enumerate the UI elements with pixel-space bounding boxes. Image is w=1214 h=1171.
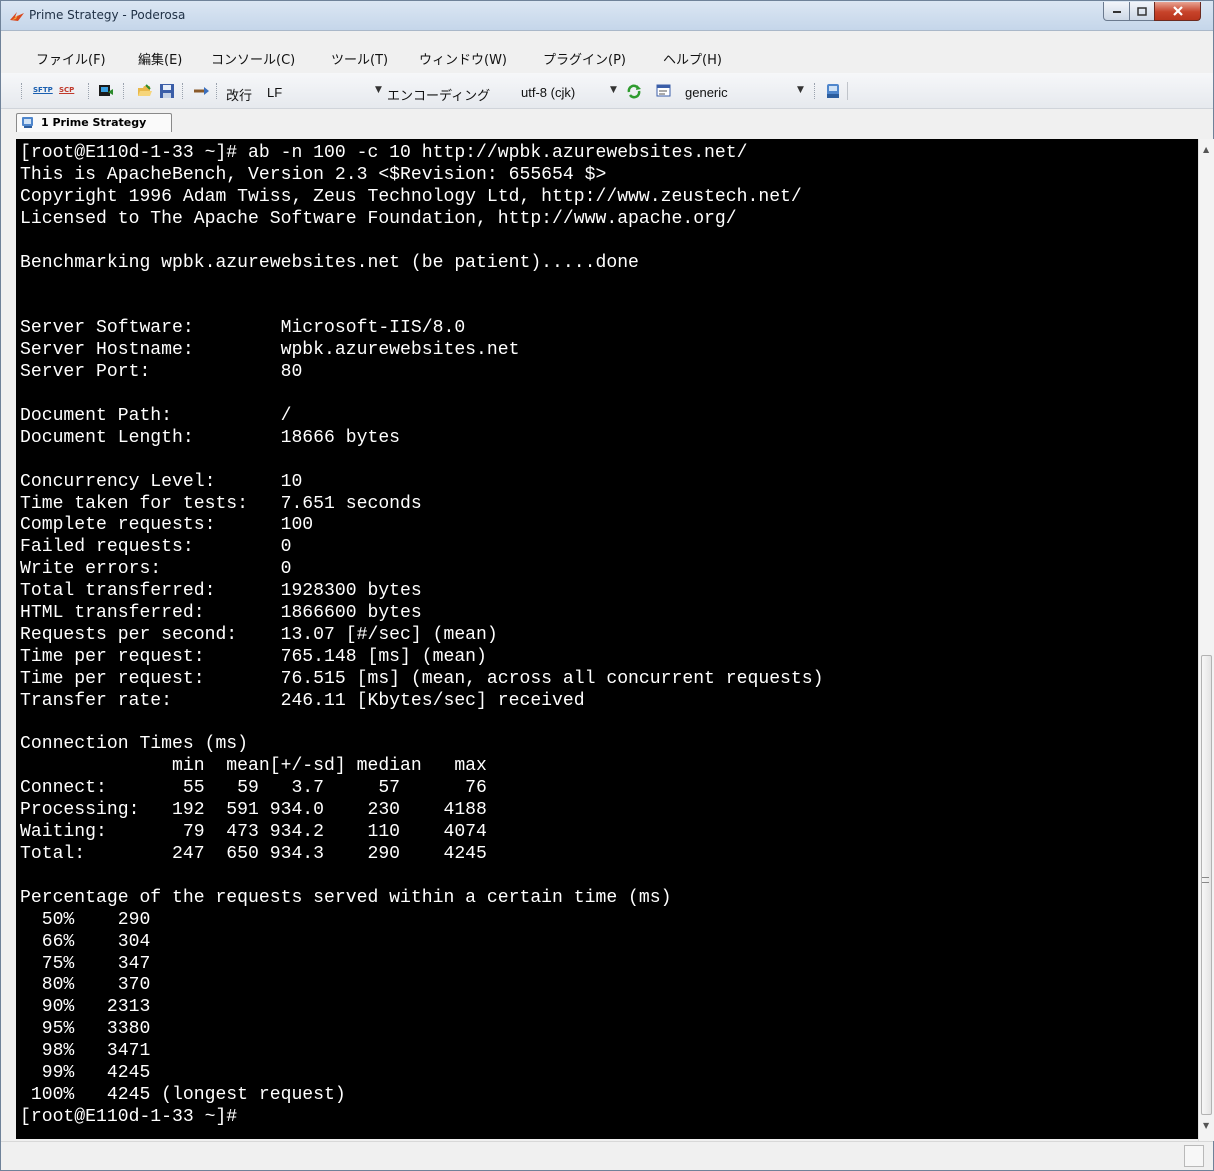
maximize-button[interactable] [1129,2,1155,21]
encoding-label: エンコーディング [387,89,491,104]
terminal-line: 66% 304 [20,931,151,952]
terminal-line: 100% 4245 (longest request) [20,1084,346,1105]
terminal-line: Requests per second: 13.07 [#/sec] (mean… [20,624,498,645]
toolbar-grip[interactable] [123,83,126,99]
terminal-line: [root@E110d-1-33 ~]# ab -n 100 -c 10 htt… [20,143,748,163]
terminal-line: Time taken for tests: 7.651 seconds [20,493,422,514]
vertical-scrollbar[interactable]: ▲ ▼ [1198,139,1214,1141]
terminal-line: Server Hostname: wpbk.azurewebsites.net [20,340,520,361]
menu-help[interactable]: ヘルプ(H) [663,49,722,68]
terminal-line: Server Software: Microsoft-IIS/8.0 [20,318,466,339]
terminal-line: Connect: 55 59 3.7 57 76 [20,778,487,799]
status-bar [1,1141,1213,1170]
toolbar-separator [847,82,848,100]
tab-label: 1 Prime Strategy [41,116,147,129]
terminal-line: 50% 290 [20,909,151,930]
toolbar-grip[interactable] [814,83,817,99]
terminal-line: Transfer rate: 246.11 [Kbytes/sec] recei… [20,690,585,711]
terminal-line: Write errors: 0 [20,559,292,580]
refresh-encoding-icon[interactable] [626,83,642,99]
terminal-line: 98% 3471 [20,1041,151,1062]
terminal-tab-icon [22,117,33,128]
terminal-line: min mean[+/-sd] median max [20,756,487,777]
tab-strip: 1 Prime Strategy [1,109,1213,133]
encoding-dropdown-arrow[interactable]: ▼ [610,85,617,95]
terminal-line: Server Port: 80 [20,362,303,383]
terminal-line: Percentage of the requests served within… [20,887,672,908]
newline-dropdown-arrow[interactable]: ▼ [375,85,382,95]
terminal-line: Copyright 1996 Adam Twiss, Zeus Technolo… [20,186,802,207]
menu-tools[interactable]: ツール(T) [331,49,388,68]
toolbar-grip[interactable] [88,83,91,99]
newline-label: 改行 [226,89,253,104]
tab-prime-strategy[interactable]: 1 Prime Strategy [16,113,172,132]
terminal-screen[interactable]: [root@E110d-1-33 ~]# ab -n 100 -c 10 htt… [16,139,1198,1139]
encoding-select[interactable]: utf-8 (cjk) [521,85,575,100]
line-feed-icon[interactable] [192,83,210,99]
terminal-line: Total transferred: 1928300 bytes [20,581,422,602]
terminal-line: 95% 3380 [20,1019,151,1040]
scp-button[interactable]: SCP [59,83,79,99]
window-title: Prime Strategy - Poderosa [29,8,186,22]
terminal-line: Time per request: 76.515 [ms] (mean, acr… [20,668,824,689]
sftp-button[interactable]: SFTP [33,83,53,99]
scrollbar-thumb[interactable] [1201,655,1212,1115]
menu-console[interactable]: コンソール(C) [211,49,295,68]
scroll-down-arrow-icon[interactable]: ▼ [1203,1121,1209,1130]
terminal-type-dropdown-arrow[interactable]: ▼ [797,85,804,95]
terminal-line: Processing: 192 591 934.0 230 4188 [20,800,487,821]
poderosa-app-icon [10,12,24,21]
close-button[interactable] [1154,2,1201,21]
menu-edit[interactable]: 編集(E) [138,49,182,68]
terminal-line: HTML transferred: 1866600 bytes [20,603,422,624]
maximize-icon [1137,6,1147,16]
terminal-line: Failed requests: 0 [20,537,292,558]
toolbar-grip[interactable] [216,83,219,99]
tool-bar: SFTP SCP 改行 LF ▼ エンコーディング utf-8 (cjk) ▼ … [1,73,1213,109]
terminal-line: Benchmarking wpbk.azurewebsites.net (be … [20,252,639,273]
terminal-line: Total: 247 650 934.3 290 4245 [20,844,487,864]
scp-label: SCP [59,86,75,94]
terminal-line: 99% 4245 [20,1063,151,1084]
terminal-line: Document Path: / [20,405,292,426]
menu-window[interactable]: ウィンドウ(W) [419,49,507,68]
terminal-line: 90% 2313 [20,997,151,1018]
toolbar-grip[interactable] [21,83,24,99]
scrollbar-grip-icon [1202,877,1209,883]
terminal-output: [root@E110d-1-33 ~]# ab -n 100 -c 10 htt… [20,143,824,1129]
terminal-line: 80% 370 [20,975,151,996]
new-connection-icon[interactable] [98,83,114,99]
terminal-line: Connection Times (ms) [20,734,249,755]
sftp-label: SFTP [33,86,53,94]
toolbar-grip[interactable] [182,83,185,99]
title-bar[interactable]: Prime Strategy - Poderosa [1,1,1213,31]
terminal-line: [root@E110d-1-33 ~]# [20,1106,238,1127]
terminal-line: Waiting: 79 473 934.2 110 4074 [20,822,487,843]
terminal-line: Time per request: 765.148 [ms] (mean) [20,646,487,667]
open-folder-icon[interactable] [137,83,153,99]
app-window: Prime Strategy - Poderosa ファイル(F) 編集(E) … [0,0,1214,1171]
close-icon [1172,6,1183,16]
terminal-type-select[interactable]: generic [685,85,728,100]
menu-plugins[interactable]: プラグイン(P) [543,49,626,68]
terminal-line: This is ApacheBench, Version 2.3 <$Revis… [20,164,607,185]
terminal-line: Complete requests: 100 [20,515,314,536]
shell-scheme-icon[interactable] [825,83,841,99]
minimize-icon [1112,11,1121,13]
menu-bar: ファイル(F) 編集(E) コンソール(C) ツール(T) ウィンドウ(W) プ… [1,44,1213,68]
menu-file[interactable]: ファイル(F) [36,49,106,68]
terminal-settings-icon[interactable] [656,83,672,99]
save-icon[interactable] [159,83,175,99]
terminal-line: 75% 347 [20,953,151,974]
terminal-line: Document Length: 18666 bytes [20,427,401,448]
status-panel [1184,1145,1204,1167]
terminal-line: Concurrency Level: 10 [20,471,303,492]
newline-select[interactable]: LF [267,85,282,100]
minimize-button[interactable] [1103,2,1130,21]
scroll-up-arrow-icon[interactable]: ▲ [1203,145,1209,154]
terminal-line: Licensed to The Apache Software Foundati… [20,208,737,229]
